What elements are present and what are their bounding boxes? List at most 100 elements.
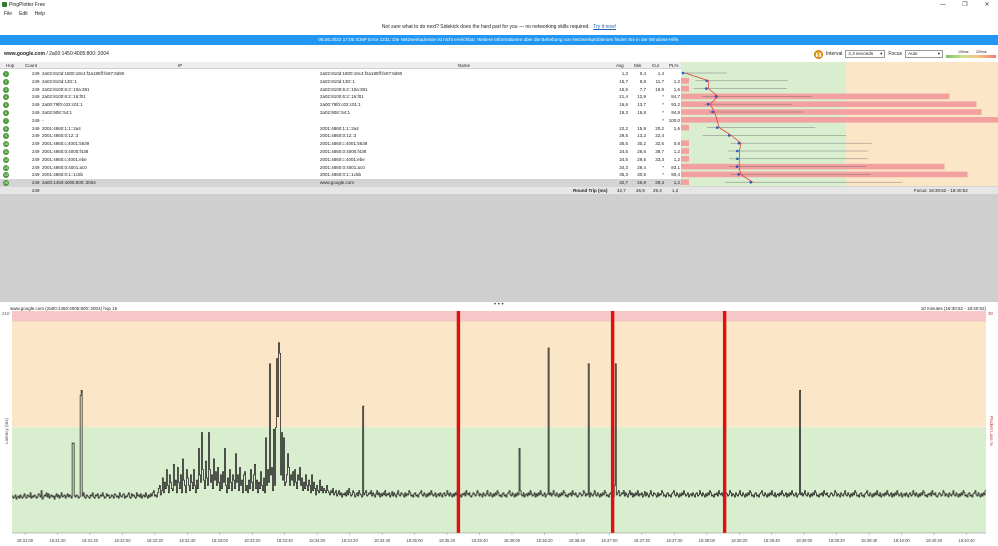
x-tick-label: 18:36:40 bbox=[569, 538, 586, 543]
row-count: 249 bbox=[32, 94, 40, 100]
latency-legend: 100ms 200ms bbox=[946, 50, 996, 58]
packet-loss-marker bbox=[610, 311, 615, 533]
target-host: www.google.com bbox=[4, 51, 45, 57]
row-cur: 38,7 bbox=[655, 149, 664, 154]
x-tick-label: 18:38:20 bbox=[731, 538, 748, 543]
row-name: 2001:4860:0:4001:ac0 bbox=[320, 164, 365, 170]
row-pl: 93,2 bbox=[671, 102, 680, 108]
latency-avg-point bbox=[735, 165, 739, 168]
row-avg: 29,5 bbox=[619, 133, 628, 139]
row-avg: 21,4 bbox=[619, 94, 628, 100]
col-cur[interactable]: Cur bbox=[652, 62, 659, 69]
x-tick-label: 18:37:40 bbox=[666, 538, 683, 543]
menu-file[interactable]: File bbox=[4, 11, 12, 17]
row-ip: 2a00:1450:4005:800::2004 bbox=[42, 180, 96, 186]
packet-loss-bar bbox=[681, 124, 689, 131]
row-cur: * bbox=[662, 172, 664, 178]
row-cur: 29,3 bbox=[655, 180, 664, 186]
row-avg: 1,3 bbox=[621, 71, 628, 76]
x-tick-label: 18:33:00 bbox=[212, 538, 229, 543]
row-avg: 16,6 bbox=[619, 102, 628, 108]
row-min: 13,2 bbox=[637, 133, 646, 139]
x-tick-label: 18:35:40 bbox=[471, 538, 488, 543]
interval-select[interactable]: 2,4 seconds ▾ bbox=[845, 50, 886, 58]
row-cur: * bbox=[662, 110, 664, 115]
row-ip: 2001:4860:0:4000:f438 bbox=[42, 149, 89, 154]
hop-status-icon: 8 bbox=[3, 125, 9, 132]
maximize-button[interactable]: ❐ bbox=[954, 0, 976, 9]
row-avg: 35,5 bbox=[619, 141, 628, 147]
row-cur: 22,4 bbox=[655, 133, 664, 139]
hop-status-icon: 15 bbox=[3, 180, 9, 187]
x-tick-label: 18:31:00 bbox=[17, 538, 34, 543]
interval-label: Interval bbox=[825, 51, 843, 57]
timeline-chart[interactable]: 210 30 Latency (ms) Packet Loss % 18:31:00 18… bbox=[0, 311, 998, 546]
close-button[interactable]: ✕ bbox=[976, 0, 998, 9]
row-avg: 15,5 bbox=[619, 86, 628, 92]
col-avg[interactable]: Avg bbox=[616, 62, 624, 69]
latency-avg-point bbox=[706, 102, 710, 106]
row-avg: 22,2 bbox=[619, 125, 628, 131]
row-count: 249 bbox=[32, 71, 40, 76]
x-tick-label: 18:31:20 bbox=[49, 538, 66, 543]
row-count: 249 bbox=[32, 133, 40, 139]
row-avg: 35,3 bbox=[619, 172, 628, 178]
row-avg: 34,5 bbox=[619, 149, 628, 154]
hop-status-icon: 5 bbox=[3, 102, 9, 109]
x-tick-label: 18:37:00 bbox=[601, 538, 618, 543]
y-top-label: 210 bbox=[2, 311, 10, 316]
row-pl: 1,6 bbox=[673, 125, 680, 131]
focus-select[interactable]: Auto ▾ bbox=[905, 50, 943, 58]
row-pl: 1,2 bbox=[673, 180, 680, 186]
row-cur: 33,3 bbox=[655, 156, 664, 162]
row-min: 30,5 bbox=[637, 172, 646, 178]
focus-value: Auto bbox=[908, 51, 918, 56]
packet-loss-marker bbox=[456, 311, 461, 533]
row-count: 249 bbox=[32, 102, 40, 108]
toolbar-controls: ❚❚ Interval 2,4 seconds ▾ Focus Auto ▾ 100… bbox=[813, 48, 998, 60]
hop-status-icon: 10 bbox=[3, 141, 9, 148]
col-count[interactable]: Count bbox=[25, 62, 37, 69]
row-ip: 2001:4860:c:4001:ebe bbox=[42, 156, 87, 162]
row-count: 249 bbox=[32, 149, 40, 154]
menu-help[interactable]: Help bbox=[35, 11, 45, 17]
minimize-button[interactable]: — bbox=[932, 0, 954, 9]
col-ip[interactable]: IP bbox=[178, 62, 182, 69]
x-tick-label: 18:33:40 bbox=[277, 538, 294, 543]
row-cur: 19,9 bbox=[655, 86, 664, 92]
row-pl: 100,0 bbox=[668, 117, 680, 123]
summary-cur: 29,3 bbox=[653, 188, 662, 193]
pause-icon[interactable]: ❚❚ bbox=[813, 49, 823, 59]
latency-avg-point bbox=[736, 149, 739, 153]
error-info-bar: 06.06.2022 17:06 ICMP Error 1231: Die Ne… bbox=[0, 35, 998, 45]
packet-loss-bar bbox=[681, 117, 998, 123]
row-min: 7,7 bbox=[639, 86, 646, 92]
row-name: 2001:4860:0:4000:f438 bbox=[320, 149, 367, 154]
row-pl: 83,1 bbox=[671, 164, 680, 170]
row-ip: 2001:4860:0:12::3 bbox=[42, 133, 79, 139]
row-pl: 1,2 bbox=[673, 78, 680, 84]
latency-avg-point bbox=[737, 173, 740, 176]
col-min[interactable]: Min bbox=[634, 62, 641, 69]
hop-status-icon: 13 bbox=[3, 164, 9, 171]
row-min: 29,4 bbox=[637, 164, 646, 170]
promo-link[interactable]: Try it now! bbox=[593, 24, 616, 30]
col-pl[interactable]: PL% bbox=[669, 62, 679, 69]
row-ip: 2001:4860:0:1::1c5b bbox=[42, 172, 84, 178]
col-name[interactable]: Name bbox=[458, 62, 470, 69]
x-tick-label: 18:38:40 bbox=[764, 538, 781, 543]
x-tick-label: 18:31:40 bbox=[82, 538, 99, 543]
row-count: 249 bbox=[32, 78, 40, 84]
row-ip: 2a00:79f0:c02:c01:1 bbox=[42, 102, 83, 108]
x-tick-label: 18:36:00 bbox=[504, 538, 521, 543]
x-tick-label: 18:32:40 bbox=[179, 538, 196, 543]
menu-edit[interactable]: Edit bbox=[19, 11, 28, 17]
col-hop[interactable]: Hop bbox=[6, 62, 14, 69]
row-avg: 42,7 bbox=[619, 180, 628, 186]
latency-avg-point bbox=[736, 157, 739, 161]
row-min: 12,9 bbox=[637, 94, 646, 100]
row-avg: 15,7 bbox=[619, 78, 628, 84]
row-ip: 2a02:8100:6:2::10a:381 bbox=[42, 86, 90, 92]
x-tick-label: 18:39:20 bbox=[828, 538, 845, 543]
row-min: 15,9 bbox=[637, 125, 646, 131]
